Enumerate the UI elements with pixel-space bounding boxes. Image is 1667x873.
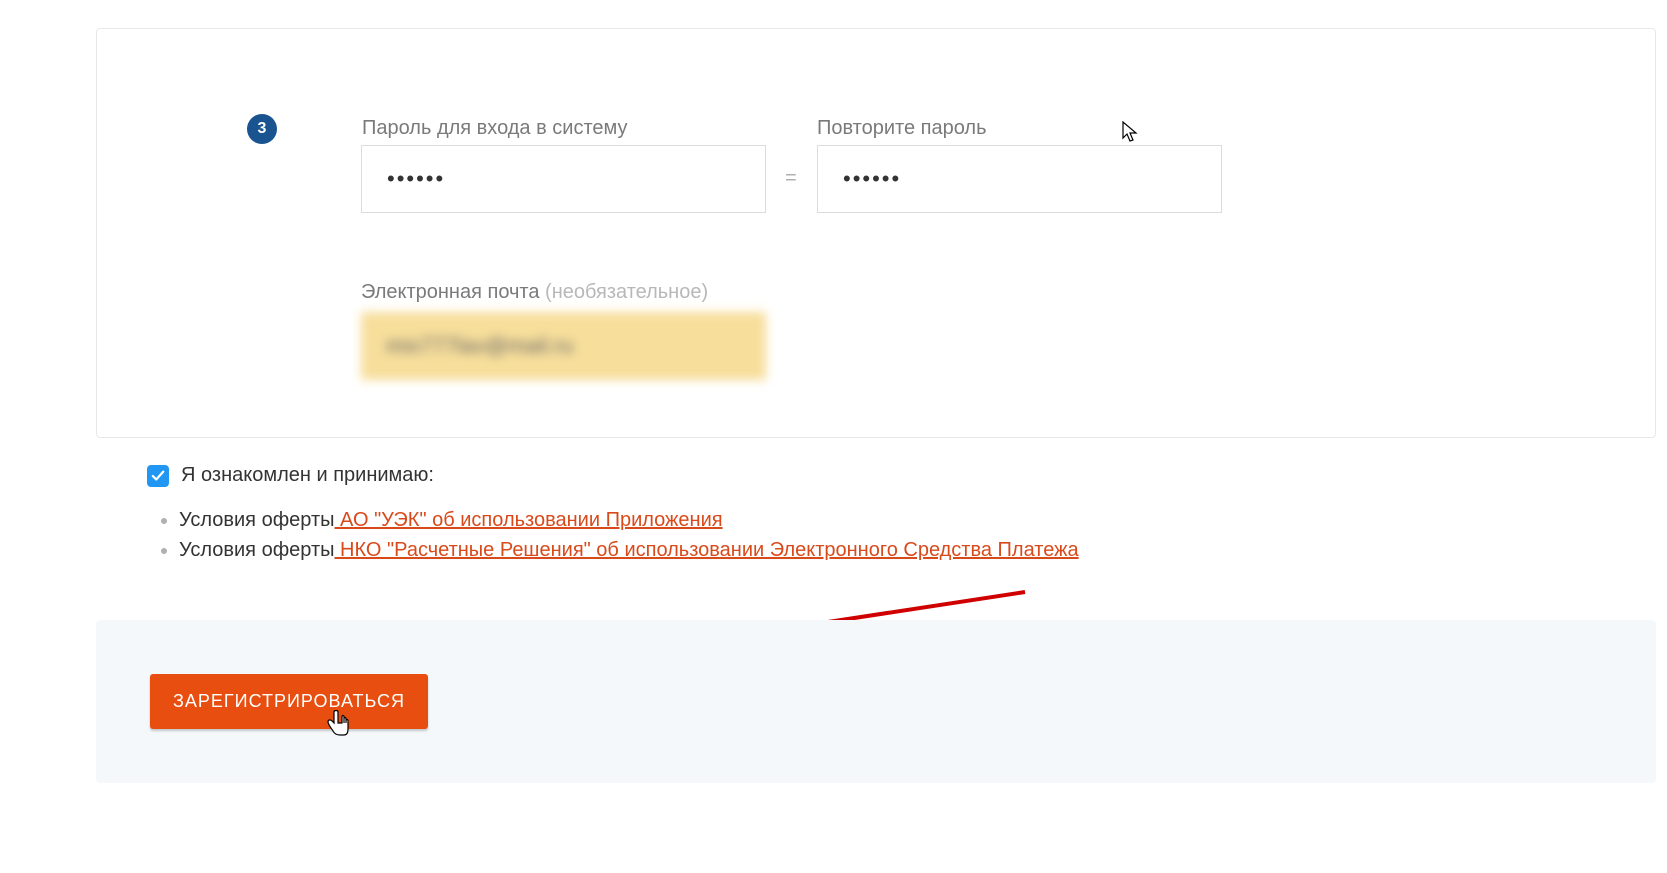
cursor-arrow-icon [1122,121,1140,143]
password-label: Пароль для входа в систему [362,117,628,140]
consent-row: Я ознакомлен и принимаю: [147,464,1547,487]
password-input[interactable] [361,145,766,213]
consent-checkbox[interactable] [147,465,169,487]
repeat-password-label: Повторите пароль [817,117,987,140]
email-optional-text: (необязательное) [545,281,708,303]
registration-panel: 3 Пароль для входа в систему = Повторите… [96,28,1656,438]
consent-block: Я ознакомлен и принимаю: Условия оферты … [147,464,1547,565]
terms-prefix-1: Условия оферты [179,509,335,531]
register-button[interactable]: ЗАРЕГИСТРИРОВАТЬСЯ [150,674,428,729]
list-item: Условия оферты АО "УЭК" об использовании… [179,505,1547,535]
step-badge: 3 [247,114,277,144]
step-number: 3 [258,120,267,138]
email-label: Электронная почта (необязательное) [361,281,708,304]
equals-sign: = [785,167,797,190]
list-item: Условия оферты НКО "Расчетные Решения" о… [179,535,1547,565]
repeat-password-input[interactable] [817,145,1222,213]
terms-prefix-2: Условия оферты [179,539,335,561]
terms-link-uek[interactable]: АО "УЭК" об использовании Приложения [335,509,723,531]
terms-link-nko[interactable]: НКО "Расчетные Решения" об использовании… [335,539,1079,561]
email-input[interactable] [361,312,766,380]
email-label-text: Электронная почта [361,281,539,303]
check-icon [151,469,165,483]
terms-list: Условия оферты АО "УЭК" об использовании… [147,505,1547,565]
consent-intro-text: Я ознакомлен и принимаю: [181,464,434,487]
